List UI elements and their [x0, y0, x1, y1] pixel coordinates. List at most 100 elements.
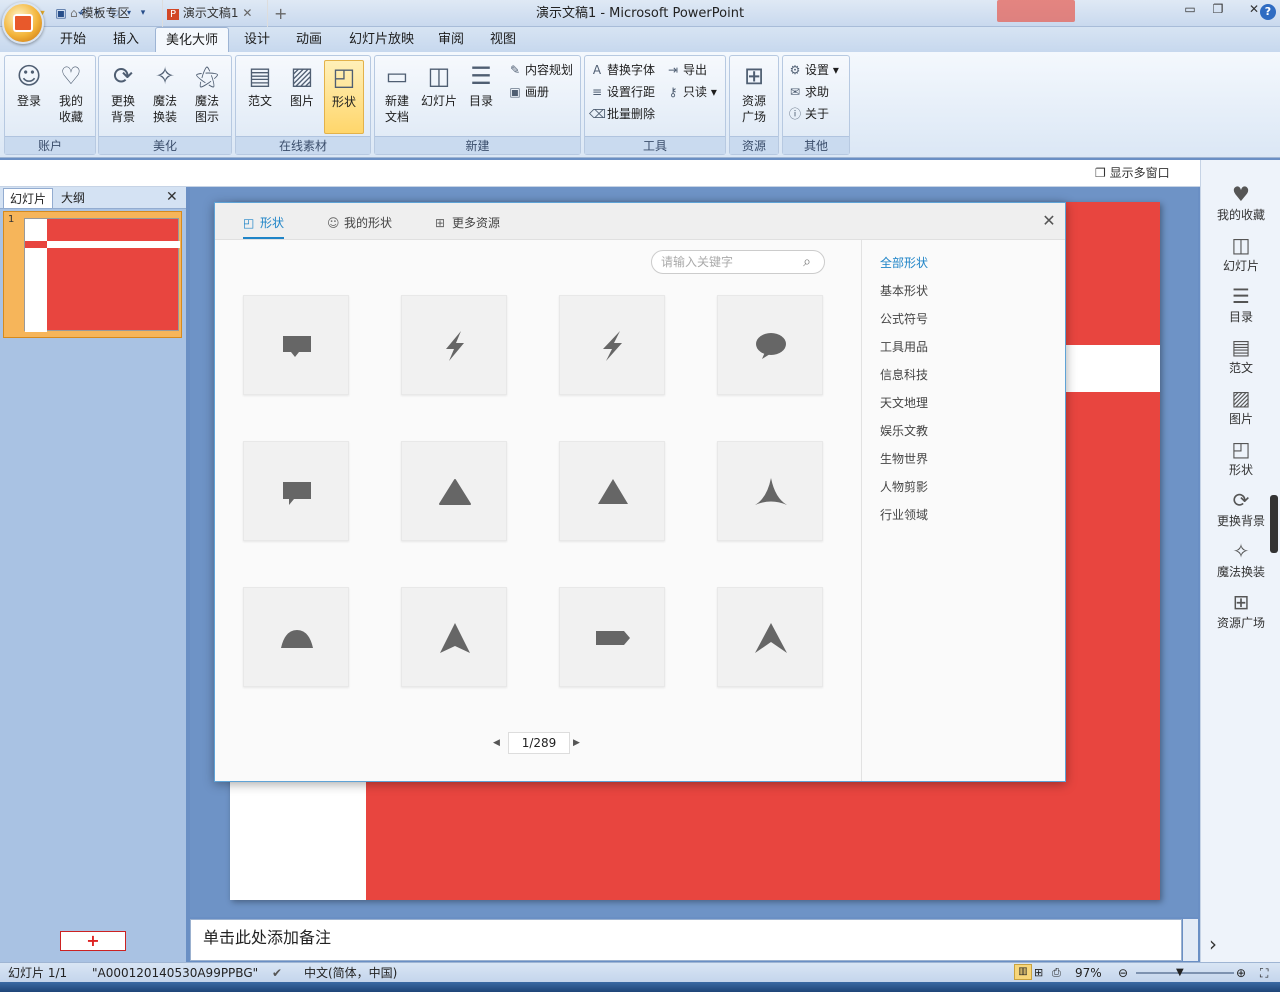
- tab-beautify-master[interactable]: 美化大师: [155, 27, 230, 52]
- sidebar-pictures[interactable]: ▨ 图片: [1201, 386, 1280, 427]
- tab-outline[interactable]: 大纲: [55, 188, 91, 208]
- search-icon[interactable]: ⌕: [797, 252, 817, 272]
- slide-thumbnail-selected[interactable]: 1: [3, 211, 182, 338]
- readonly-button[interactable]: ⚷ 只读 ▾: [665, 82, 717, 102]
- shape-card[interactable]: [243, 441, 349, 541]
- category-tools[interactable]: 工具用品: [880, 338, 928, 355]
- resource-square-button[interactable]: ⊞ 资源 广场: [734, 60, 774, 134]
- album-button[interactable]: ▣ 画册: [507, 82, 549, 102]
- slide-thumbnail[interactable]: [24, 218, 180, 332]
- add-tab-icon[interactable]: +: [274, 0, 287, 27]
- new-toc-button[interactable]: ☰ 目录: [461, 60, 501, 134]
- category-industry[interactable]: 行业领域: [880, 506, 928, 523]
- login-button[interactable]: ☺ 登录: [9, 60, 49, 134]
- sidebar-resource-square[interactable]: ⊞ 资源广场: [1201, 590, 1280, 631]
- close-panel-icon[interactable]: ✕: [166, 189, 178, 205]
- help-request-button[interactable]: ✉ 求助: [787, 82, 829, 102]
- dialog-tab-my-shapes[interactable]: ☺ 我的形状: [327, 203, 392, 240]
- shape-card[interactable]: [243, 295, 349, 395]
- minimize-button[interactable]: ▭: [1176, 0, 1204, 20]
- category-formula-symbols[interactable]: 公式符号: [880, 310, 928, 327]
- shape-button[interactable]: ◰ 形状: [324, 60, 364, 134]
- sidebar-toc[interactable]: ☰ 目录: [1201, 284, 1280, 325]
- shape-card[interactable]: [717, 587, 823, 687]
- category-entertainment-education[interactable]: 娱乐文教: [880, 422, 928, 439]
- dialog-close-button[interactable]: ✕: [1039, 211, 1059, 231]
- magic-diagram-button[interactable]: ⚝ 魔法 图示: [187, 60, 227, 134]
- my-favorites-button[interactable]: ♡ 我的 收藏: [51, 60, 91, 134]
- tab-home[interactable]: 开始: [50, 27, 96, 52]
- shape-card[interactable]: [717, 441, 823, 541]
- shape-card[interactable]: [717, 295, 823, 395]
- category-astronomy-geography[interactable]: 天文地理: [880, 394, 928, 411]
- expand-sidebar-icon[interactable]: ›: [1209, 932, 1217, 956]
- export-button[interactable]: ⇥ 导出: [665, 60, 707, 80]
- shape-card[interactable]: [401, 441, 507, 541]
- category-info-tech[interactable]: 信息科技: [880, 366, 928, 383]
- sidebar-change-background[interactable]: ⟳ 更换背景: [1201, 488, 1280, 529]
- normal-view-icon[interactable]: ▥: [1014, 964, 1032, 980]
- spellcheck-icon[interactable]: ✔: [272, 963, 282, 983]
- zoom-level[interactable]: 97%: [1075, 963, 1102, 983]
- category-all-shapes[interactable]: 全部形状: [880, 254, 928, 271]
- batch-delete-button[interactable]: ⌫批量删除: [589, 104, 655, 124]
- replace-font-button[interactable]: A 替换字体: [589, 60, 655, 80]
- shape-card[interactable]: [243, 587, 349, 687]
- shape-card[interactable]: [401, 295, 507, 395]
- fit-window-icon[interactable]: ⛶: [1260, 963, 1268, 983]
- notes-input[interactable]: 单击此处添加备注: [190, 919, 1182, 961]
- help-icon[interactable]: ?: [1260, 4, 1276, 20]
- zoom-in-icon[interactable]: ⊕: [1236, 963, 1246, 983]
- tab-slides[interactable]: 幻灯片: [3, 188, 54, 208]
- status-language[interactable]: 中文(简体，中国): [304, 963, 397, 983]
- new-document-button[interactable]: ▭ 新建 文档: [377, 60, 417, 134]
- tab-review[interactable]: 审阅: [428, 27, 474, 52]
- notes-scrollbar[interactable]: [1183, 919, 1198, 961]
- reading-view-icon[interactable]: ⎙: [1052, 963, 1061, 983]
- shape-card[interactable]: [559, 295, 665, 395]
- office-button[interactable]: [2, 2, 44, 44]
- category-biology[interactable]: 生物世界: [880, 450, 928, 467]
- sample-doc-button[interactable]: ▤ 范文: [240, 60, 280, 134]
- category-basic-shapes[interactable]: 基本形状: [880, 282, 928, 299]
- tab-view[interactable]: 视图: [480, 27, 526, 52]
- tab-animation[interactable]: 动画: [286, 27, 332, 52]
- sidebar-samples[interactable]: ▤ 范文: [1201, 335, 1280, 376]
- sorter-view-icon[interactable]: ⊞: [1034, 963, 1043, 983]
- picture-button[interactable]: ▨ 图片: [282, 60, 322, 134]
- settings-button[interactable]: ⚙ 设置 ▾: [787, 60, 839, 80]
- restore-button[interactable]: ❐: [1204, 0, 1232, 20]
- dialog-tab-shapes[interactable]: ◰ 形状: [243, 203, 285, 239]
- prev-page-icon[interactable]: ◀: [493, 733, 503, 753]
- category-silhouettes[interactable]: 人物剪影: [880, 478, 928, 495]
- shape-card[interactable]: [559, 587, 665, 687]
- sidebar-my-favorites[interactable]: ♥ 我的收藏: [1201, 182, 1280, 223]
- line-spacing-button[interactable]: ≡ 设置行距: [589, 82, 655, 102]
- tab-document[interactable]: P 演示文稿1 ✕: [162, 0, 268, 27]
- show-multi-window-button[interactable]: ❐ 显示多窗口: [1095, 160, 1170, 187]
- tab-design[interactable]: 设计: [234, 27, 280, 52]
- add-slide-button[interactable]: +: [60, 931, 126, 951]
- sidebar-magic-outfit[interactable]: ✧ 魔法换装: [1201, 539, 1280, 580]
- tab-template-zone[interactable]: ⌂ 模板专区: [70, 0, 152, 27]
- content-plan-button[interactable]: ✎ 内容规划: [507, 60, 573, 80]
- sidebar-scroll-handle[interactable]: [1270, 495, 1278, 553]
- zoom-slider[interactable]: [1136, 972, 1234, 974]
- sidebar-slides[interactable]: ◫ 幻灯片: [1201, 233, 1280, 274]
- tab-slideshow[interactable]: 幻灯片放映: [339, 27, 424, 52]
- page-indicator[interactable]: 1/289: [508, 732, 570, 754]
- next-page-icon[interactable]: ▶: [573, 733, 583, 753]
- shape-card[interactable]: [559, 441, 665, 541]
- change-background-button[interactable]: ⟳ 更换 背景: [103, 60, 143, 134]
- magic-outfit-button[interactable]: ✧ 魔法 换装: [145, 60, 185, 134]
- close-tab-icon[interactable]: ✕: [242, 6, 252, 20]
- about-button[interactable]: ⓘ 关于: [787, 104, 829, 124]
- dialog-tab-more-resources[interactable]: ⊞ 更多资源: [435, 203, 500, 240]
- sidebar-shapes[interactable]: ◰ 形状: [1201, 437, 1280, 478]
- tab-insert[interactable]: 插入: [103, 27, 149, 52]
- shape-card[interactable]: [401, 587, 507, 687]
- zoom-slider-thumb[interactable]: ▼: [1176, 963, 1184, 983]
- new-slide-button[interactable]: ◫ 幻灯片: [419, 60, 459, 134]
- save-icon[interactable]: ▣: [52, 4, 70, 22]
- zoom-out-icon[interactable]: ⊖: [1118, 963, 1128, 983]
